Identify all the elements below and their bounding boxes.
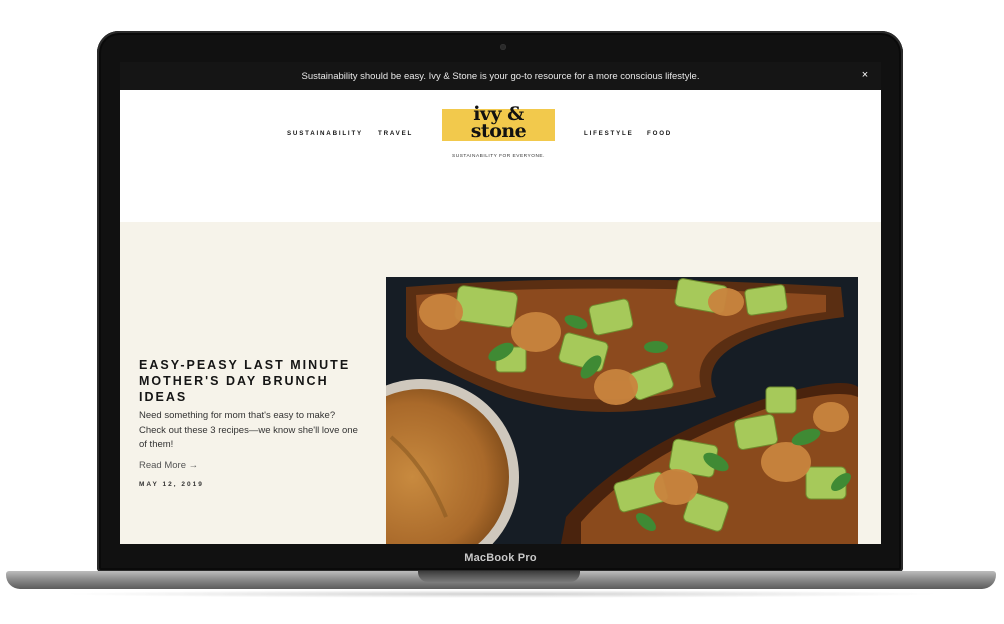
site-logo[interactable]: ivy & stone bbox=[442, 105, 555, 142]
post-hero-image[interactable] bbox=[386, 277, 858, 544]
nav-item-sustainability[interactable]: SUSTAINABILITY bbox=[287, 130, 363, 137]
laptop-screen: Sustainability should be easy. Ivy & Sto… bbox=[120, 62, 881, 544]
post-title[interactable]: EASY-PEASY LAST MINUTE MOTHER'S DAY BRUN… bbox=[139, 357, 369, 405]
camera-icon bbox=[500, 44, 506, 50]
laptop-shadow bbox=[60, 590, 944, 598]
post-date: MAY 12, 2019 bbox=[139, 481, 204, 488]
logo-tagline: SUSTAINABILITY FOR EVERYONE. bbox=[452, 154, 545, 159]
read-more-link[interactable]: Read More → bbox=[139, 460, 198, 471]
close-icon[interactable]: × bbox=[859, 69, 871, 81]
site-header: SUSTAINABILITY TRAVEL ivy & stone SUSTAI… bbox=[120, 90, 881, 222]
announcement-text: Sustainability should be easy. Ivy & Sto… bbox=[301, 70, 700, 82]
nav-item-lifestyle[interactable]: LIFESTYLE bbox=[584, 130, 634, 137]
logo-line-2: stone bbox=[470, 120, 527, 142]
announcement-bar: Sustainability should be easy. Ivy & Sto… bbox=[120, 62, 881, 90]
nav-item-food[interactable]: FOOD bbox=[647, 130, 672, 137]
laptop-opening-notch bbox=[418, 571, 580, 582]
featured-post: EASY-PEASY LAST MINUTE MOTHER'S DAY BRUN… bbox=[120, 222, 881, 544]
avocado-toast-illustration bbox=[386, 277, 858, 544]
device-label: MacBook Pro bbox=[464, 552, 537, 564]
post-excerpt: Need something for mom that's easy to ma… bbox=[139, 410, 358, 450]
nav-item-travel[interactable]: TRAVEL bbox=[378, 130, 413, 137]
